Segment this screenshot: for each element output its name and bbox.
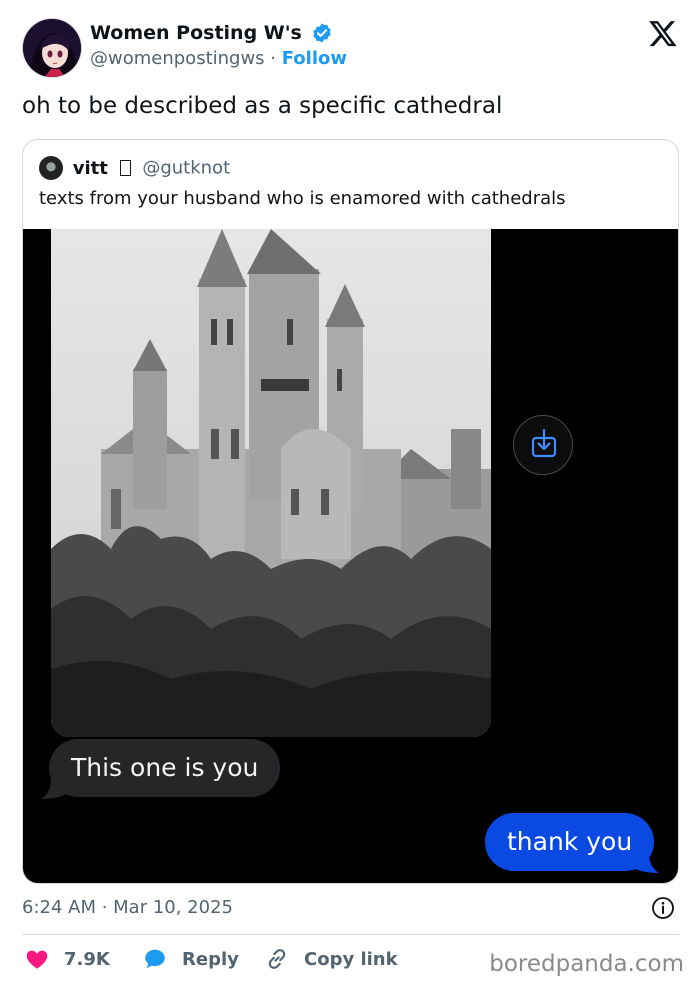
quote-header: vitt @gutknot — [39, 156, 230, 180]
like-button[interactable]: 7.9K — [24, 944, 110, 974]
cathedral-photo[interactable] — [51, 229, 491, 737]
reply-label: Reply — [182, 948, 239, 970]
download-button[interactable] — [513, 415, 573, 475]
tweet-header: Women Posting W's @womenpostingws · Foll… — [22, 16, 682, 80]
incoming-message: This one is you — [49, 739, 281, 797]
like-count: 7.9K — [64, 948, 110, 970]
verified-badge-icon — [311, 22, 333, 44]
outgoing-message: thank you — [485, 813, 655, 871]
author-handle[interactable]: @womenpostingws — [90, 48, 265, 69]
author-name[interactable]: Women Posting W's — [90, 22, 302, 44]
follow-button[interactable]: Follow — [282, 48, 347, 69]
watermark: boredpanda.com — [489, 951, 684, 977]
x-logo-icon[interactable] — [648, 18, 678, 48]
handle-separator: · — [264, 48, 282, 69]
tweet-text: oh to be described as a specific cathedr… — [22, 93, 503, 119]
info-icon[interactable] — [651, 896, 675, 920]
quote-author-handle: @gutknot — [142, 157, 231, 179]
heart-icon — [26, 950, 48, 969]
quote-author-avatar — [39, 156, 63, 180]
quote-media[interactable]: This one is you thank you — [23, 229, 678, 883]
author-block: Women Posting W's @womenpostingws · Foll… — [90, 22, 347, 69]
download-icon — [531, 428, 557, 458]
missing-glyph-icon — [119, 160, 131, 176]
divider — [22, 934, 679, 935]
quote-author-name: vitt — [72, 157, 108, 179]
reply-bubble-icon — [145, 949, 165, 969]
reply-button[interactable]: Reply — [142, 944, 239, 974]
copy-link-label: Copy link — [304, 948, 398, 970]
tweet-timestamp[interactable]: 6:24 AM · Mar 10, 2025 — [22, 897, 233, 918]
quote-text: texts from your husband who is enamored … — [39, 188, 566, 209]
author-avatar[interactable] — [22, 18, 82, 78]
quoted-tweet[interactable]: vitt @gutknot texts from your husband wh… — [22, 139, 679, 884]
link-icon — [268, 949, 286, 969]
copy-link-button[interactable]: Copy link — [264, 944, 398, 974]
